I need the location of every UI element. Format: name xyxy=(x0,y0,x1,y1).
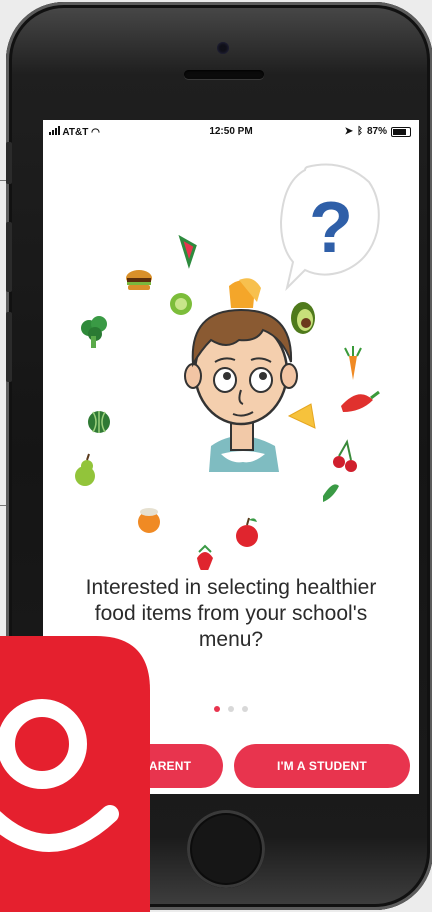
cheese-icon xyxy=(287,403,316,429)
battery-icon xyxy=(391,126,411,137)
page-dot[interactable] xyxy=(242,706,248,712)
mute-switch xyxy=(6,142,12,184)
carrot-icon xyxy=(344,346,362,380)
im-a-student-button[interactable]: I'M A STUDENT xyxy=(234,744,410,788)
page-dot[interactable] xyxy=(228,706,234,712)
watermelon-round-icon xyxy=(88,411,110,433)
pear-icon xyxy=(75,453,95,486)
herb-icon xyxy=(323,484,339,502)
burger-icon xyxy=(126,270,152,290)
broccoli-icon xyxy=(81,316,107,348)
question-bubble-icon: ? xyxy=(279,163,380,292)
headline-line: Interested in selecting healthier xyxy=(85,576,377,599)
app-logo xyxy=(0,636,150,912)
battery-percent: 87% xyxy=(366,126,387,137)
status-right: ➤ ᛒ 87% xyxy=(345,126,411,137)
cherry-icon xyxy=(333,439,357,472)
headline-line: food items from your school's xyxy=(94,602,368,625)
boy-avatar-icon xyxy=(184,308,298,472)
status-bar: AT&T ◠ 12:50 PM ➤ ᛒ 87% xyxy=(43,120,419,142)
orange-icon xyxy=(138,508,160,533)
bluetooth-icon: ᛒ xyxy=(356,126,363,137)
volume-down-button xyxy=(6,312,12,382)
page-dot-active[interactable] xyxy=(214,706,220,712)
question-mark: ? xyxy=(309,188,353,268)
bread-icon xyxy=(229,278,261,308)
avocado-icon xyxy=(291,302,315,334)
front-camera-icon xyxy=(217,42,229,54)
earpiece-speaker xyxy=(184,70,264,79)
location-icon: ➤ xyxy=(344,126,353,137)
chili-pepper-icon xyxy=(341,390,380,412)
volume-up-button xyxy=(6,222,12,292)
onboarding-illustration: ? xyxy=(75,163,380,570)
apple-icon xyxy=(236,517,258,547)
strawberry-icon xyxy=(197,544,213,570)
home-button[interactable] xyxy=(187,810,265,888)
